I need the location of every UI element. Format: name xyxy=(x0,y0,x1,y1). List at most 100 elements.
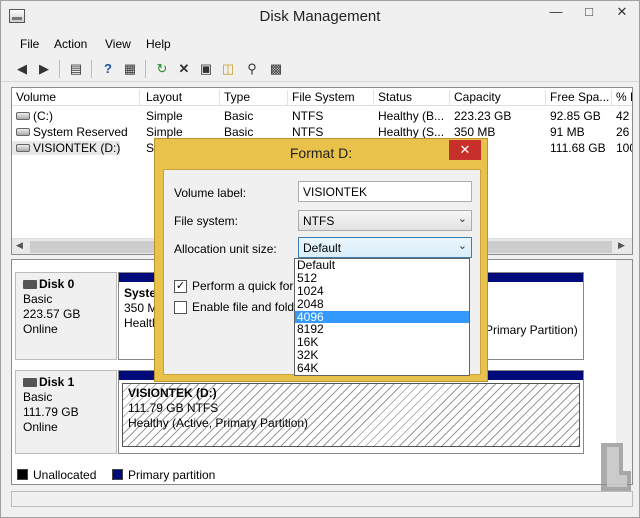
back-icon[interactable]: ◀ xyxy=(13,60,31,78)
scroll-left-icon[interactable]: ◀ xyxy=(16,240,23,251)
disk-0-label[interactable]: Disk 0 Basic 223.57 GB Online xyxy=(15,272,117,360)
refresh-icon[interactable]: ↻ xyxy=(153,60,171,78)
close-button[interactable]: ✕ xyxy=(607,1,637,25)
row-percent-cell: 100 xyxy=(616,141,632,155)
column-layout[interactable]: Layout xyxy=(142,90,220,106)
disk-1-name: Disk 1 xyxy=(39,375,75,389)
option-1024[interactable]: 1024 xyxy=(295,284,469,298)
dialog-close-button[interactable]: ✕ xyxy=(449,140,481,160)
partition-status-right: Primary Partition) xyxy=(485,323,578,337)
row-filesystem-cell: NTFS xyxy=(292,125,324,139)
column-file-system[interactable]: File System xyxy=(288,90,374,106)
menu-file[interactable]: File xyxy=(20,37,39,51)
column-percent-free[interactable]: % F xyxy=(612,90,632,106)
disk-icon xyxy=(23,280,37,289)
row-percent-cell: 26 xyxy=(616,125,630,139)
option-2048[interactable]: 2048 xyxy=(295,297,469,311)
column-capacity[interactable]: Capacity xyxy=(450,90,546,106)
toolbar-separator xyxy=(91,60,92,78)
row-volume-cell: (C:) xyxy=(12,109,53,123)
dialog-title: Format D: xyxy=(289,145,353,161)
disk-0-name: Disk 0 xyxy=(39,277,75,291)
settings-icon[interactable]: ▩ xyxy=(267,60,285,78)
primary-swatch xyxy=(112,469,123,480)
legend: Unallocated Primary partition xyxy=(11,467,631,483)
disk-1-partitions[interactable]: VISIONTEK (D:) 111.79 GB NTFS Healthy (A… xyxy=(118,370,584,454)
menu-help[interactable]: Help xyxy=(146,37,171,51)
disk-1-status: Online xyxy=(23,420,58,434)
row-volume-cell: System Reserved xyxy=(12,125,128,139)
column-volume[interactable]: Volume xyxy=(12,90,140,106)
partition-size: 111.79 GB NTFS xyxy=(128,401,219,415)
maximize-button[interactable]: □ xyxy=(574,1,604,25)
option-16k[interactable]: 16K xyxy=(295,336,469,349)
row-filesystem-cell: NTFS xyxy=(292,109,324,123)
disk-1-size: 111.79 GB xyxy=(23,405,79,419)
option-8192[interactable]: 8192 xyxy=(295,323,469,336)
menu-view[interactable]: View xyxy=(105,37,131,51)
allocation-unit-caption: Allocation unit size: xyxy=(174,242,277,256)
table-row[interactable]: (C:) Simple Basic NTFS Healthy (B... 223… xyxy=(12,108,632,124)
row-layout-cell: Simple xyxy=(146,109,183,123)
disk-0-type: Basic xyxy=(23,292,53,306)
file-system-value: NTFS xyxy=(303,214,335,228)
drive-icon xyxy=(16,112,30,120)
scroll-right-icon[interactable]: ▶ xyxy=(618,240,625,251)
volume-label-caption: Volume label: xyxy=(174,186,247,200)
quick-format-checkbox[interactable]: ✓ xyxy=(174,280,187,293)
file-system-caption: File system: xyxy=(174,214,239,228)
column-type[interactable]: Type xyxy=(220,90,288,106)
column-status[interactable]: Status xyxy=(374,90,450,106)
drive-icon xyxy=(16,144,30,152)
toolbar-separator xyxy=(59,60,60,78)
watermark-logo xyxy=(601,443,631,491)
compression-checkbox[interactable] xyxy=(174,301,187,314)
properties-icon[interactable]: ▦ xyxy=(121,60,139,78)
chevron-down-icon: ⌄ xyxy=(457,213,467,225)
legend-unallocated: Unallocated xyxy=(33,468,97,482)
status-bar xyxy=(11,491,633,507)
chevron-down-icon: ⌄ xyxy=(457,240,467,252)
title-bar: Disk Management — □ ✕ xyxy=(1,1,639,33)
legend-primary: Primary partition xyxy=(128,468,216,482)
forward-icon[interactable]: ▶ xyxy=(35,60,53,78)
help-icon[interactable]: ? xyxy=(99,60,117,78)
row-status-cell: Healthy (S... xyxy=(378,125,445,139)
partition-name: VISIONTEK (D:) xyxy=(128,386,217,400)
search-icon[interactable]: ⚲ xyxy=(243,60,261,78)
allocation-unit-dropdown: Default 512 1024 2048 4096 8192 16K 32K … xyxy=(294,258,470,376)
row-type-cell: Basic xyxy=(224,125,254,139)
partition-status: Healthy (Active, Primary Partition) xyxy=(128,416,309,430)
delete-icon[interactable]: ✕ xyxy=(175,60,193,78)
unallocated-swatch xyxy=(17,469,28,480)
column-free-space[interactable]: Free Spa... xyxy=(546,90,612,106)
row-free-cell: 91 MB xyxy=(550,125,585,139)
selected-partition[interactable]: VISIONTEK (D:) 111.79 GB NTFS Healthy (A… xyxy=(122,383,580,447)
option-64k[interactable]: 64K xyxy=(295,362,469,375)
row-volume-cell: VISIONTEK (D:) xyxy=(12,141,121,155)
menu-bar: File Action View Help xyxy=(1,34,639,54)
row-status-cell: Healthy (B... xyxy=(378,109,445,123)
file-system-select[interactable]: NTFS ⌄ xyxy=(298,210,472,231)
open-folder-icon[interactable]: ◫ xyxy=(219,60,237,78)
disk-1-label[interactable]: Disk 1 Basic 111.79 GB Online xyxy=(15,370,117,454)
volume-label-input[interactable]: VISIONTEK xyxy=(298,181,472,202)
row-capacity-cell: 350 MB xyxy=(454,125,496,139)
row-percent-cell: 42 xyxy=(616,109,630,123)
allocation-unit-value: Default xyxy=(303,241,342,255)
menu-action[interactable]: Action xyxy=(54,37,87,51)
row-free-cell: 111.68 GB xyxy=(550,141,606,155)
allocation-unit-select[interactable]: Default ⌄ xyxy=(298,237,472,258)
option-512[interactable]: 512 xyxy=(295,271,469,285)
console-tree-icon[interactable]: ▤ xyxy=(67,60,85,78)
option-32k[interactable]: 32K xyxy=(295,349,469,362)
check-properties-icon[interactable]: ▣ xyxy=(197,60,215,78)
disk-0-status: Online xyxy=(23,322,58,336)
disk-icon xyxy=(23,378,37,387)
option-default[interactable]: Default xyxy=(295,259,469,272)
volume-list-header: Volume Layout Type File System Status Ca… xyxy=(12,88,632,106)
minimize-button[interactable]: — xyxy=(541,1,571,25)
disk-0-size: 223.57 GB xyxy=(23,307,81,321)
partition-name: Syste xyxy=(124,286,157,300)
row-capacity-cell: 223.23 GB xyxy=(454,109,512,123)
